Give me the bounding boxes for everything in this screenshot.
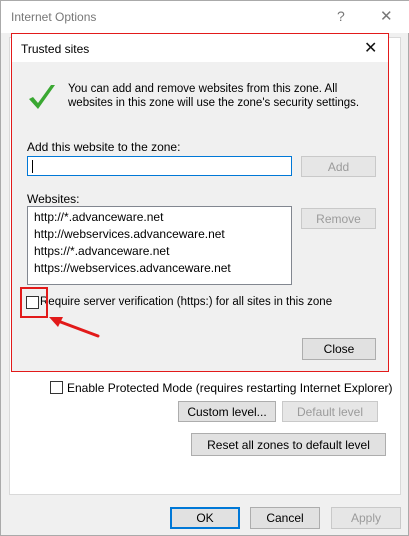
parent-titlebar: Internet Options ? ✕: [1, 1, 409, 33]
zone-info-text: You can add and remove websites from thi…: [68, 83, 360, 109]
arrow-annotation: [49, 317, 100, 338]
websites-label: Websites:: [27, 192, 80, 206]
apply-button[interactable]: Apply: [331, 507, 401, 529]
add-button[interactable]: Add: [301, 156, 376, 177]
enable-protected-mode-checkbox[interactable]: [50, 381, 63, 394]
parent-close-icon[interactable]: ✕: [380, 7, 393, 25]
enable-protected-mode-label: Enable Protected Mode (requires restarti…: [67, 381, 393, 395]
add-website-input[interactable]: [27, 156, 292, 176]
list-item[interactable]: http://*.advanceware.net: [34, 210, 163, 224]
add-website-label: Add this website to the zone:: [27, 140, 181, 154]
reset-all-zones-button[interactable]: Reset all zones to default level: [191, 433, 386, 456]
close-button[interactable]: Close: [302, 338, 376, 360]
dialog-titlebar: Trusted sites ✕: [12, 34, 388, 62]
checkmark-icon: [29, 85, 55, 109]
dialog-title: Trusted sites: [21, 42, 90, 56]
custom-level-button[interactable]: Custom level...: [178, 401, 276, 422]
help-icon[interactable]: ?: [337, 8, 345, 24]
annotation-highlight-box: [20, 287, 48, 318]
require-verification-label: Require server verification (https:) for…: [40, 296, 333, 308]
remove-button[interactable]: Remove: [301, 208, 376, 229]
ok-button[interactable]: OK: [170, 507, 240, 529]
cancel-button[interactable]: Cancel: [250, 507, 320, 529]
parent-window-title: Internet Options: [11, 10, 97, 24]
list-item[interactable]: https://*.advanceware.net: [34, 244, 169, 258]
close-icon[interactable]: ✕: [364, 38, 377, 58]
default-level-button[interactable]: Default level: [282, 401, 378, 422]
websites-list[interactable]: http://*.advanceware.net http://webservi…: [27, 206, 292, 285]
text-caret: [32, 160, 33, 173]
list-item[interactable]: http://webservices.advanceware.net: [34, 227, 225, 241]
list-item[interactable]: https://webservices.advanceware.net: [34, 261, 231, 275]
